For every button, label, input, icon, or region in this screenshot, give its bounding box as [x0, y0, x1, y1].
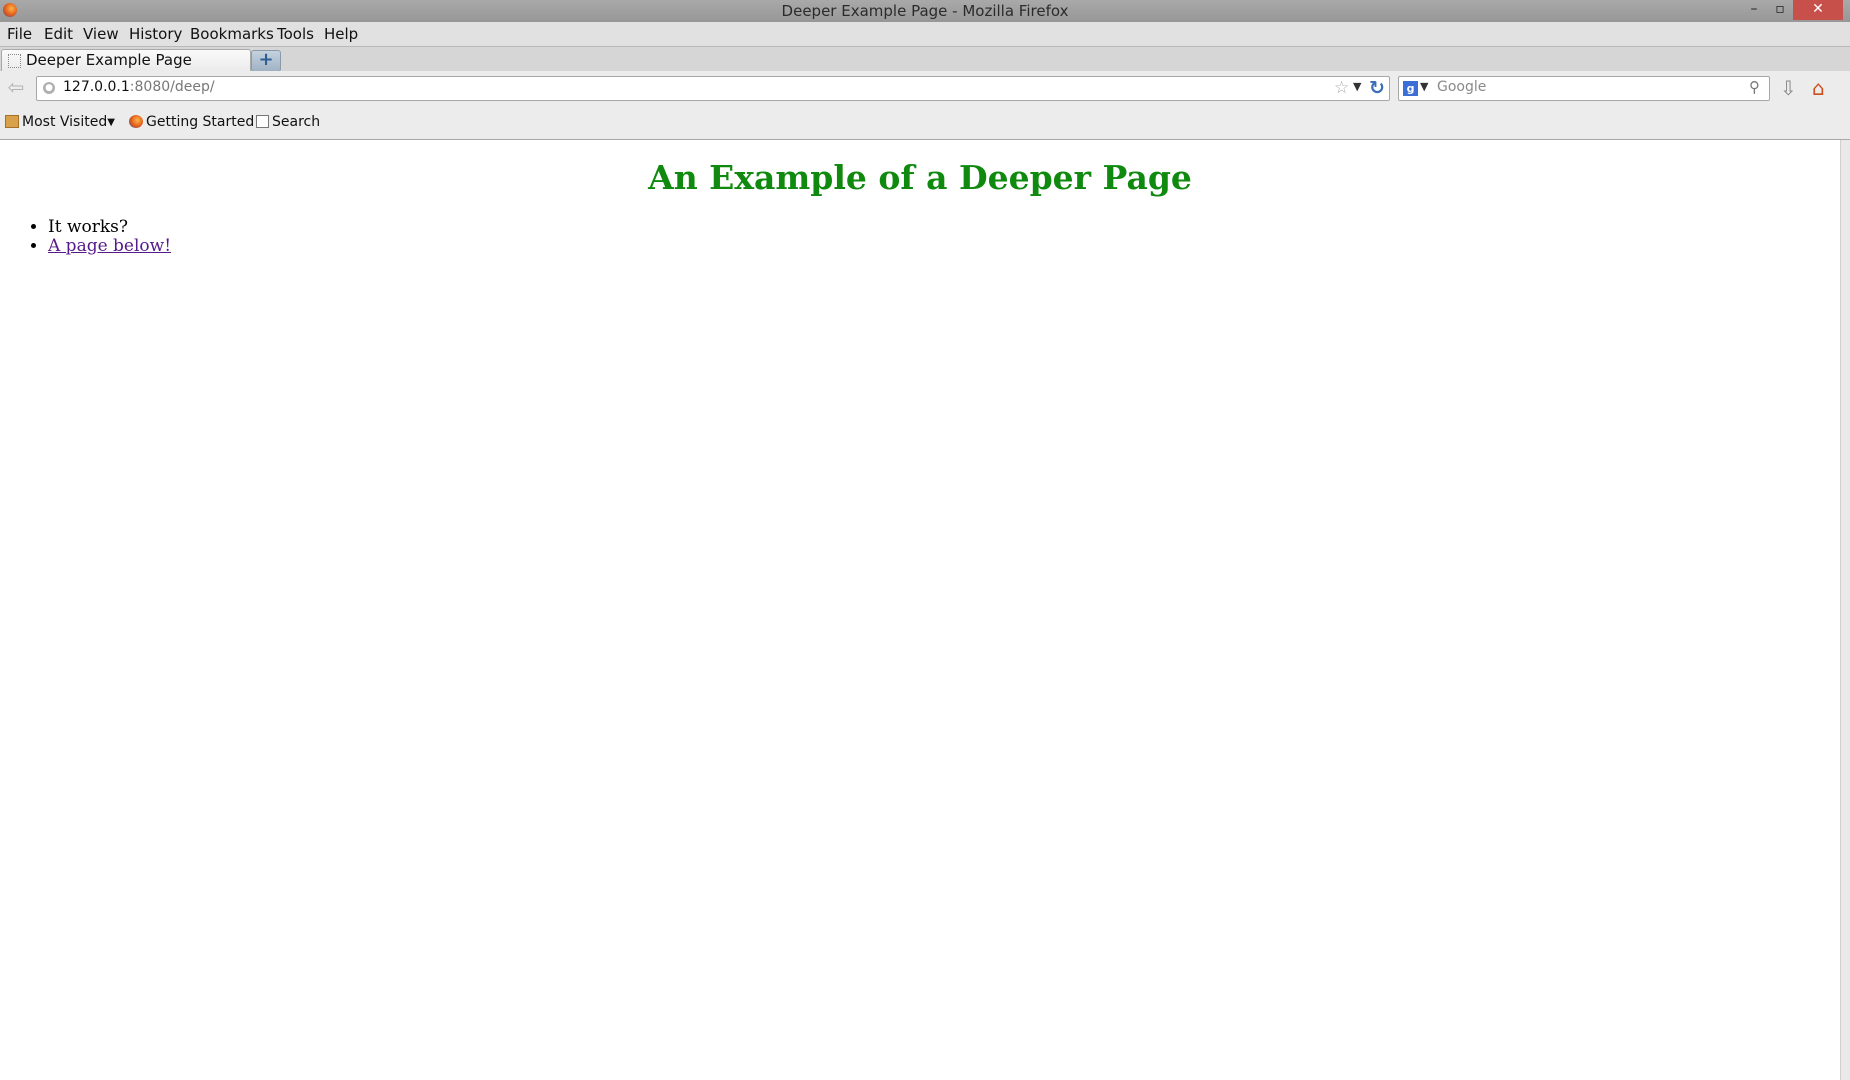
search-input[interactable]: Google [1437, 79, 1486, 95]
new-tab-button[interactable]: + [251, 50, 281, 72]
navigation-bar: ⇦ ● 127.0.0.1:8080/deep/ ☆ ▼ ↻ g ▼ Googl… [0, 71, 1850, 106]
maximize-button[interactable]: ▫ [1767, 0, 1793, 20]
window-titlebar: Deeper Example Page - Mozilla Firefox – … [0, 0, 1850, 22]
tab-label: Deeper Example Page [26, 51, 192, 69]
list-item: A page below! [48, 237, 171, 256]
content-list: It works? A page below! [48, 218, 171, 256]
reload-icon[interactable]: ↻ [1369, 77, 1385, 99]
url-host: 127.0.0.1 [63, 79, 130, 95]
window-title: Deeper Example Page - Mozilla Firefox [781, 2, 1069, 20]
page-content: An Example of a Deeper Page It works? A … [0, 140, 1840, 1080]
bookmark-most-visited[interactable]: Most Visited▼ [5, 114, 115, 130]
menu-view[interactable]: View [83, 25, 119, 43]
page-below-link[interactable]: A page below! [48, 236, 171, 256]
url-bar[interactable]: ● 127.0.0.1:8080/deep/ ☆ ▼ ↻ [36, 76, 1390, 101]
engine-dropdown-icon[interactable]: ▼ [1420, 80, 1428, 93]
bookmark-getting-started[interactable]: Getting Started [129, 114, 254, 130]
magnifier-icon[interactable]: ⚲ [1749, 78, 1760, 96]
search-bookmark-icon [256, 115, 269, 128]
bookmarks-toolbar: Most Visited▼ Getting Started Search [0, 106, 1850, 140]
site-identity-icon[interactable]: ● [43, 82, 55, 94]
list-item: It works? [48, 218, 171, 237]
bookmark-star-icon[interactable]: ☆ [1334, 78, 1349, 98]
close-window-button[interactable]: ✕ [1793, 0, 1843, 20]
home-icon[interactable]: ⌂ [1812, 77, 1825, 99]
menu-tools[interactable]: Tools [277, 25, 314, 43]
minimize-button[interactable]: – [1741, 0, 1767, 20]
folder-icon [5, 115, 19, 128]
url-text[interactable]: 127.0.0.1:8080/deep/ [63, 79, 215, 95]
page-heading: An Example of a Deeper Page [648, 158, 1192, 197]
bookmark-label: Search [272, 114, 321, 130]
menu-help[interactable]: Help [324, 25, 358, 43]
chevron-down-icon: ▼ [107, 117, 115, 128]
back-button[interactable]: ⇦ [5, 77, 27, 99]
bookmark-search[interactable]: Search [256, 114, 320, 130]
history-dropdown-icon[interactable]: ▼ [1353, 80, 1361, 93]
firefox-icon [129, 115, 143, 128]
url-path: :8080/deep/ [129, 79, 215, 95]
menu-bar: File Edit View History Bookmarks Tools H… [0, 22, 1850, 46]
menu-file[interactable]: File [7, 25, 32, 43]
bookmark-label: Getting Started [146, 114, 255, 130]
vertical-scrollbar[interactable] [1840, 140, 1850, 1080]
search-bar[interactable]: g ▼ Google ⚲ [1398, 76, 1770, 101]
tab-deeper-example-page[interactable]: Deeper Example Page [1, 49, 251, 71]
page-favicon-icon [8, 54, 21, 68]
tab-strip: Deeper Example Page + [0, 46, 1850, 72]
download-icon[interactable]: ⇩ [1780, 77, 1797, 99]
bookmark-label: Most Visited [22, 114, 108, 130]
menu-bookmarks[interactable]: Bookmarks [190, 25, 274, 43]
menu-edit[interactable]: Edit [44, 25, 73, 43]
google-engine-icon[interactable]: g [1403, 81, 1418, 96]
menu-history[interactable]: History [129, 25, 182, 43]
back-arrow-icon: ⇦ [7, 75, 25, 99]
